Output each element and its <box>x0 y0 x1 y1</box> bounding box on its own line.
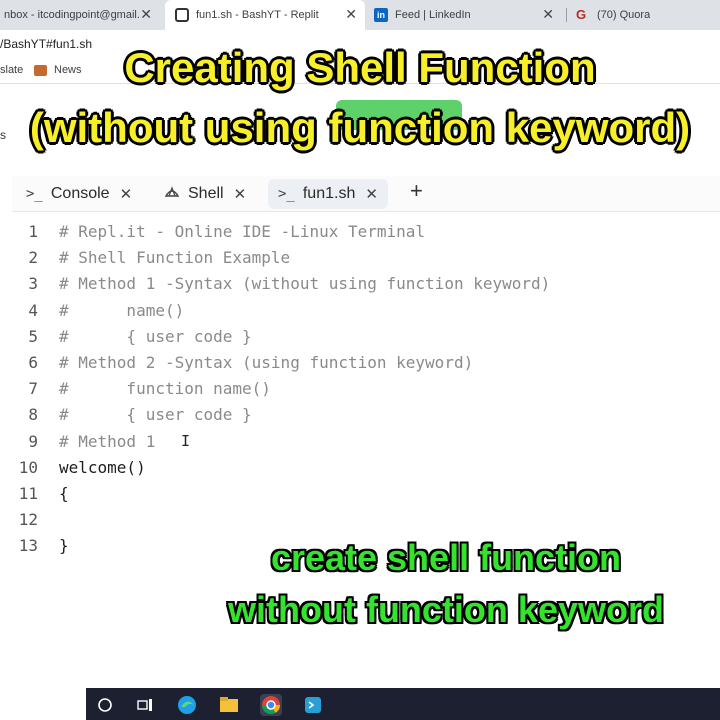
replit-tab-bar: >_ Console ✕ Shell ✕ >_ fun1.sh ✕ + <box>12 176 720 212</box>
line-number: 5 <box>28 326 38 346</box>
tab-title: Feed | LinkedIn <box>395 9 471 21</box>
tab-shell[interactable]: Shell ✕ <box>154 179 256 209</box>
terminal-icon: >_ <box>26 186 43 202</box>
caption-title-line2: (without using function keyword) <box>29 104 691 151</box>
code-comment-line[interactable]: # { user code } <box>59 327 252 346</box>
terminal-app-icon[interactable] <box>302 694 324 716</box>
editor-bottom-strip <box>0 678 720 688</box>
terminal-icon: >_ <box>278 186 295 202</box>
code-line[interactable]: { <box>59 484 69 503</box>
caption-title-line1: Creating Shell Function <box>124 44 596 91</box>
add-tab-button[interactable]: + <box>410 178 423 204</box>
line-number: 11 <box>18 484 38 503</box>
browser-tab-replit[interactable]: fun1.sh - BashYT - Replit ✕ <box>165 0 365 30</box>
code-comment-line[interactable]: # Repl.it - Online IDE -Linux Terminal <box>59 222 425 241</box>
file-explorer-icon[interactable] <box>218 694 240 716</box>
chrome-browser-icon[interactable] <box>260 694 282 716</box>
tab-separator <box>566 8 567 22</box>
line-number: 9 <box>28 431 38 451</box>
browser-tab-gmail[interactable]: nbox - itcodingpoint@gmail.con ✕ <box>0 0 160 30</box>
line-number: 3 <box>28 274 38 294</box>
code-comment-line[interactable]: # function name() <box>59 379 271 398</box>
line-number: 12 <box>18 510 38 530</box>
browser-tab-linkedin[interactable]: in Feed | LinkedIn ✕ <box>366 0 562 30</box>
tab-title: nbox - itcodingpoint@gmail.con <box>4 9 140 21</box>
code-comment-line[interactable]: # name() <box>59 301 184 320</box>
line-number: 13 <box>18 536 38 556</box>
line-number: 7 <box>28 379 38 399</box>
tab-title: fun1.sh - BashYT - Replit <box>196 9 319 21</box>
task-view-icon[interactable] <box>134 694 156 716</box>
edge-browser-icon[interactable] <box>176 694 198 716</box>
close-icon[interactable]: ✕ <box>140 7 152 21</box>
close-icon[interactable]: ✕ <box>365 185 378 203</box>
tab-title: (70) Quora <box>597 9 651 21</box>
code-line[interactable]: welcome() <box>59 458 146 477</box>
close-icon[interactable]: ✕ <box>345 7 357 21</box>
browser-tab-strip: nbox - itcodingpoint@gmail.con ✕ fun1.sh… <box>0 0 720 30</box>
close-icon[interactable]: ✕ <box>234 185 247 203</box>
tab-label: fun1.sh <box>302 185 356 202</box>
caption-sub-line1: create shell function <box>270 537 622 578</box>
line-number: 2 <box>28 248 38 268</box>
tab-label: Shell <box>188 185 224 202</box>
close-icon[interactable]: ✕ <box>542 7 554 21</box>
windows-taskbar <box>86 688 720 720</box>
line-number: 6 <box>28 353 38 372</box>
browser-tab-quora[interactable]: G (70) Quora <box>572 0 720 30</box>
line-number: 1 <box>28 222 38 241</box>
tab-fun1-sh[interactable]: >_ fun1.sh ✕ <box>268 179 388 209</box>
line-number: 8 <box>28 405 38 425</box>
shell-icon <box>164 184 180 204</box>
tab-label: Console <box>50 185 110 202</box>
line-number: 10 <box>18 457 38 477</box>
code-comment-line[interactable]: # { user code } <box>59 405 252 424</box>
tab-console[interactable]: >_ Console ✕ <box>16 179 142 209</box>
caption-sub-line2: without function keyword <box>228 589 664 630</box>
linkedin-icon: in <box>374 8 388 22</box>
code-comment-line[interactable]: # Method 2 -Syntax (using function keywo… <box>59 353 473 372</box>
close-icon[interactable]: ✕ <box>120 185 133 203</box>
code-comment-line[interactable]: # Shell Function Example <box>59 248 290 267</box>
text-cursor-icon: I <box>181 432 191 450</box>
replit-icon <box>175 8 189 22</box>
search-circle-icon[interactable] <box>94 694 116 716</box>
quora-icon: G <box>576 7 587 22</box>
code-comment-line[interactable]: # Method 1 <box>59 432 155 451</box>
line-number: 4 <box>28 300 38 320</box>
code-line[interactable]: } <box>59 536 69 555</box>
code-comment-line[interactable]: # Method 1 -Syntax (without using functi… <box>59 274 550 293</box>
